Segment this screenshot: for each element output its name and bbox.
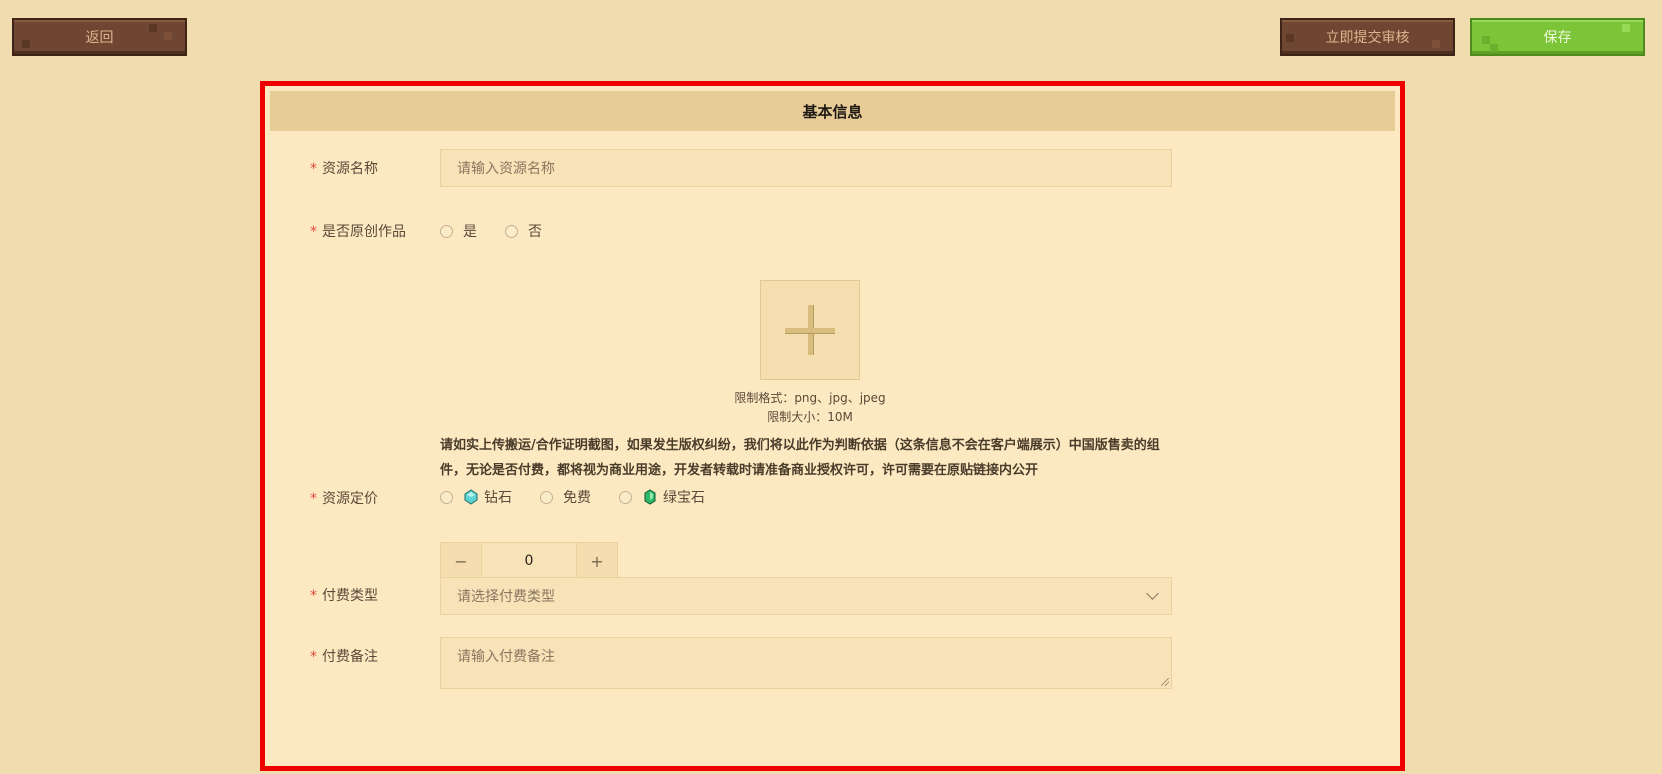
submit-review-button[interactable]: 立即提交审核 [1280, 18, 1455, 56]
pay-type-label: * 付费类型 [310, 588, 378, 604]
price-value-input[interactable]: 0 [481, 543, 577, 579]
resize-handle-icon[interactable] [1161, 678, 1169, 686]
original-yes-radio[interactable]: 是 [440, 221, 477, 241]
basic-info-panel: 基本信息 * 资源名称 请输入资源名称 * 是否原创作品 是 否 限制格式：pn… [260, 81, 1405, 771]
radio-circle-icon[interactable] [619, 490, 632, 504]
back-button[interactable]: 返回 [12, 18, 187, 56]
original-no-radio[interactable]: 否 [505, 221, 542, 241]
radio-circle-icon[interactable] [440, 490, 453, 504]
upload-format-note: 限制格式：png、jpg、jpeg [734, 391, 886, 405]
radio-circle-icon[interactable] [440, 224, 453, 238]
emerald-icon [644, 489, 656, 505]
upload-notice-text: 请如实上传搬运/合作证明截图，如果发生版权纠纷，我们将以此作为判断依据（这条信息… [440, 438, 1160, 478]
back-button-label: 返回 [85, 30, 114, 46]
plus-button[interactable]: + [577, 543, 617, 579]
chevron-down-icon [1146, 587, 1159, 600]
minus-button[interactable]: − [441, 543, 481, 579]
submit-review-button-label: 立即提交审核 [1325, 30, 1410, 46]
pay-type-select[interactable]: 请选择付费类型 [440, 577, 1172, 615]
upload-size-note: 限制大小：10M [767, 410, 853, 424]
radio-circle-icon[interactable] [505, 224, 518, 238]
save-button[interactable]: 保存 [1470, 18, 1645, 56]
resource-price-label: * 资源定价 [310, 491, 378, 507]
pay-note-label: * 付费备注 [310, 649, 378, 665]
original-work-label: * 是否原创作品 [310, 224, 406, 240]
price-emerald-radio[interactable]: 绿宝石 [619, 487, 705, 507]
original-work-radio-group: 是 否 [440, 221, 570, 241]
radio-circle-icon[interactable] [540, 490, 553, 504]
price-free-radio[interactable]: 免费 [540, 487, 591, 507]
resource-name-label: * 资源名称 [310, 161, 378, 177]
save-button-label: 保存 [1543, 30, 1572, 46]
resource-name-input[interactable]: 请输入资源名称 [440, 149, 1172, 187]
panel-title: 基本信息 [270, 91, 1395, 131]
price-diamond-radio[interactable]: 钻石 [440, 487, 512, 507]
price-radio-group: 钻石 免费 绿宝石 [440, 487, 733, 507]
image-upload-button[interactable] [760, 280, 860, 380]
pay-note-textarea[interactable]: 请输入付费备注 [440, 637, 1172, 689]
price-stepper: − 0 + [440, 542, 618, 580]
diamond-icon [464, 489, 478, 505]
